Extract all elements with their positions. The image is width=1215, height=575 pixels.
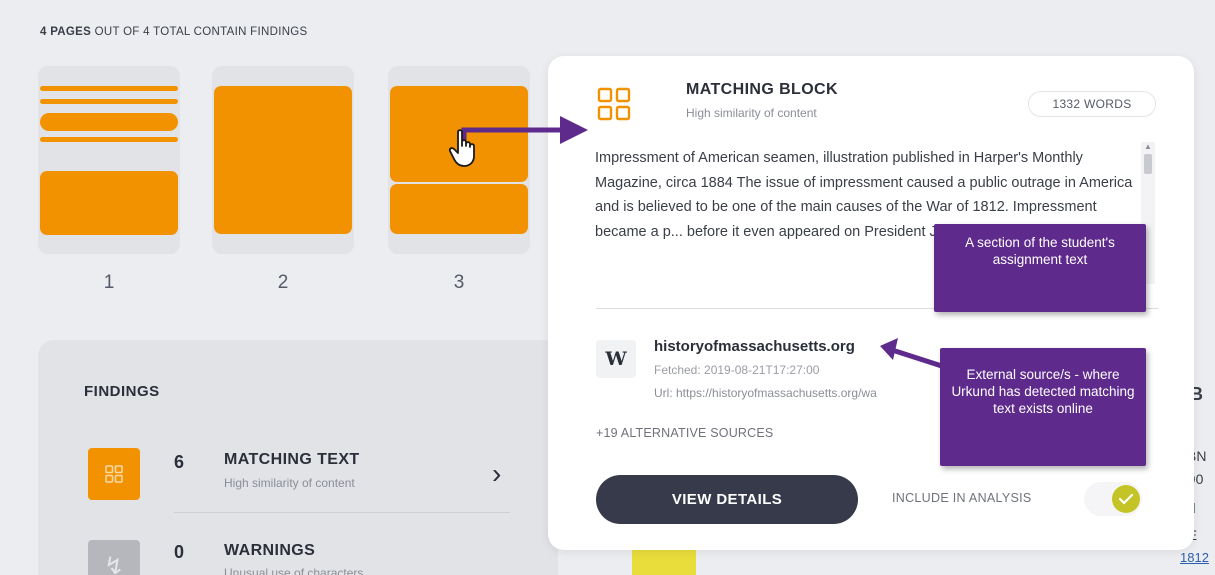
highlight-line <box>40 86 178 91</box>
findings-divider <box>174 512 510 513</box>
grid-icon <box>88 448 140 500</box>
include-in-analysis-label: INCLUDE IN ANALYSIS <box>892 491 1032 505</box>
student-text-callout: A section of the student's assignment te… <box>934 224 1146 312</box>
pages-summary-rest: OUT OF 4 TOTAL CONTAIN FINDINGS <box>91 26 308 38</box>
page-number-2: 2 <box>277 272 289 293</box>
matching-block-subtitle: High similarity of content <box>686 106 817 120</box>
page-thumbnail-2[interactable] <box>212 66 354 254</box>
highlight-block <box>40 171 178 235</box>
matching-block-title: MATCHING BLOCK <box>686 81 838 98</box>
warnings-label[interactable]: WARNINGS <box>224 542 315 560</box>
scroll-up-icon[interactable]: ▲ <box>1144 142 1152 151</box>
highlight-line <box>40 99 178 104</box>
findings-summary: 4 PAGES OUT OF 4 TOTAL CONTAIN FINDINGS <box>40 26 308 38</box>
chevron-right-icon[interactable]: › <box>492 458 501 490</box>
alternative-sources-link[interactable]: +19 ALTERNATIVE SOURCES <box>596 426 773 440</box>
check-icon <box>1112 485 1140 513</box>
source-url[interactable]: Url: https://historyofmassachusetts.org/… <box>654 386 944 400</box>
highlight-block <box>214 86 352 234</box>
grid-icon <box>597 87 631 121</box>
highlight-line <box>40 137 178 142</box>
matching-text-count: 6 <box>174 452 185 472</box>
hand-cursor-icon <box>448 129 475 167</box>
source-name[interactable]: historyofmassachusetts.org <box>654 338 855 355</box>
view-details-button[interactable]: VIEW DETAILS <box>596 475 858 524</box>
include-in-analysis-toggle[interactable] <box>1084 482 1142 516</box>
external-source-callout: External source/s - where Urkund has det… <box>940 348 1146 466</box>
page-thumbnail-1[interactable] <box>38 66 180 254</box>
wikipedia-icon: W <box>596 340 636 378</box>
matching-text-sub: High similarity of content <box>224 476 355 490</box>
warnings-count: 0 <box>174 542 185 562</box>
source-fetched: Fetched: 2019-08-21T17:27:00 <box>654 363 820 377</box>
scroll-thumb[interactable] <box>1144 154 1152 174</box>
findings-title: FINDINGS <box>84 383 160 400</box>
lightning-icon: ↯ <box>88 540 140 575</box>
pages-count: 4 PAGES <box>40 26 92 38</box>
word-count-badge: 1332 WORDS <box>1028 91 1156 117</box>
highlight-block <box>40 113 178 131</box>
warnings-sub: Unusual use of characters <box>224 566 364 575</box>
matching-text-label[interactable]: MATCHING TEXT <box>224 451 360 469</box>
right-edge-link[interactable]: 1812 <box>1180 550 1209 565</box>
highlight-block <box>390 184 528 234</box>
page-number-1: 1 <box>103 272 115 293</box>
yellow-highlight <box>632 548 696 575</box>
page-number-3: 3 <box>453 272 465 293</box>
